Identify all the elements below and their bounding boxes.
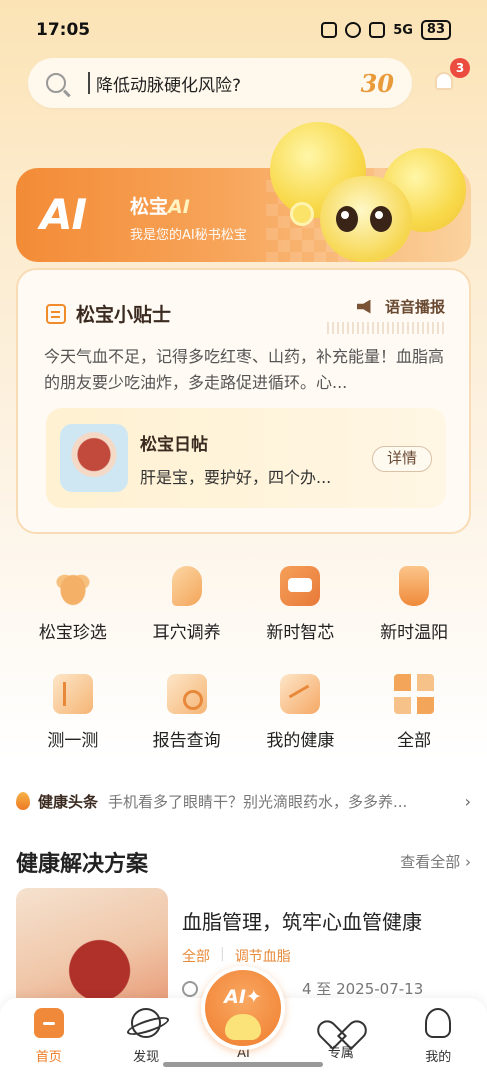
- tips-title: 松宝小贴士: [76, 304, 172, 326]
- ai-title-highlight: AI: [168, 196, 190, 218]
- anniversary-30-logo: 30: [360, 68, 394, 98]
- signal-label: 5G: [393, 22, 413, 38]
- heart-icon: [327, 1008, 355, 1034]
- tab-discover[interactable]: 发现: [97, 998, 194, 1080]
- feature-label: 全部: [397, 731, 432, 751]
- vibrate-icon: [369, 22, 386, 38]
- mascot-illustration: [270, 118, 470, 268]
- feature-label: 耳穴调养: [152, 623, 221, 643]
- headline-label: 健康头条: [38, 792, 99, 811]
- tips-text: 今天气血不足，记得多吃红枣、山药，补充能量！血脂高的朋友要少吃油炸，多走路促进循…: [44, 347, 445, 392]
- calendar-icon: [46, 303, 66, 324]
- feature-label: 新时温阳: [380, 623, 449, 643]
- daily-post-card[interactable]: 松宝日帖 肝是宝，要护好，四个办... 详情: [46, 408, 446, 508]
- tab-special[interactable]: 专属: [292, 998, 389, 1080]
- date-range: 4 至 2025-07-13: [302, 980, 424, 998]
- status-bar: 17:05 5G 83: [0, 0, 487, 60]
- heart-illustration: [16, 888, 168, 998]
- headline-text: 手机看多了眼睛干？别光滴眼药水，多多养...: [108, 792, 408, 811]
- feature-test[interactable]: 测一测: [16, 668, 130, 776]
- search-bar[interactable]: 降低动脉硬化风险? 30: [28, 58, 412, 108]
- speaker-icon: [356, 299, 371, 314]
- feature-smart-chip[interactable]: 新时智芯: [244, 560, 358, 668]
- voice-broadcast-button[interactable]: 语音播报: [356, 296, 445, 317]
- feature-grid: 松宝珍选 耳穴调养 新时智芯 新时温阳 测一测 报告查询 我的健康 全部: [16, 560, 471, 776]
- battery-icon: 83: [420, 20, 451, 40]
- bell-shape: [435, 72, 453, 90]
- tab-label: 首页: [35, 1050, 62, 1065]
- text-caret: [88, 72, 90, 94]
- wheat-icon: [52, 566, 93, 606]
- tips-header: 松宝小贴士: [46, 300, 171, 327]
- feature-report-query[interactable]: 报告查询: [130, 668, 244, 776]
- liver-illustration: [60, 424, 128, 492]
- tips-card: 松宝小贴士 语音播报 今天气血不足，记得多吃红枣、山药，补充能量！血脂高的朋友要…: [16, 268, 471, 534]
- nfc-icon: [321, 22, 338, 38]
- home-indicator[interactable]: [163, 1062, 323, 1067]
- warm-device-icon: [399, 566, 430, 606]
- daily-post-desc: 肝是宝，要护好，四个办...: [140, 468, 332, 487]
- flame-icon: [16, 792, 30, 810]
- feature-label: 我的健康: [266, 731, 335, 751]
- feature-row: 测一测 报告查询 我的健康 全部: [16, 668, 471, 776]
- feature-ear-therapy[interactable]: 耳穴调养: [130, 560, 244, 668]
- solution-title: 血脂管理，筑牢心血管健康: [182, 910, 422, 934]
- health-chart-icon: [280, 674, 321, 714]
- planet-icon: [131, 1008, 162, 1038]
- view-all-link[interactable]: 查看全部 ›: [400, 851, 471, 872]
- ai-banner-subtitle: 我是您的AI秘书松宝: [130, 228, 247, 243]
- mascot-eye-left: [336, 206, 358, 232]
- mascot-flower: [290, 202, 314, 226]
- report-search-icon: [166, 674, 207, 714]
- ai-logo: AI: [40, 190, 87, 239]
- solution-tags: 全部 | 调节血脂: [182, 946, 291, 966]
- notification-count-badge: 3: [450, 58, 470, 78]
- user-icon: [425, 1008, 452, 1038]
- mascot-eye-right: [370, 206, 392, 232]
- mascot-head: [320, 176, 412, 262]
- status-icons: 5G 83: [321, 20, 451, 40]
- tab-mine[interactable]: 我的: [390, 998, 487, 1080]
- notification-bell-icon[interactable]: 3: [430, 58, 470, 96]
- tab-label: 发现: [133, 1050, 160, 1065]
- tab-home[interactable]: 首页: [0, 998, 97, 1080]
- alarm-icon: [345, 22, 362, 38]
- feature-row: 松宝珍选 耳穴调养 新时智芯 新时温阳: [16, 560, 471, 668]
- tab-label: 我的: [425, 1050, 452, 1065]
- tag-all[interactable]: 全部: [182, 946, 210, 966]
- feature-label: 松宝珍选: [38, 623, 107, 643]
- feature-warm-yang[interactable]: 新时温阳: [357, 560, 471, 668]
- daily-post-title: 松宝日帖: [140, 435, 208, 455]
- clock-icon: [182, 980, 198, 997]
- section-title: 健康解决方案: [16, 852, 149, 877]
- search-icon: [46, 73, 66, 93]
- ear-icon: [171, 566, 202, 606]
- grid-all-icon: [394, 674, 435, 714]
- ai-floating-button[interactable]: AI✦: [201, 966, 285, 1050]
- feature-label: 报告查询: [152, 731, 221, 751]
- audio-wave-decoration: [327, 322, 447, 334]
- chip-icon: [280, 566, 321, 606]
- ai-banner-title: 松宝AI: [130, 192, 190, 219]
- ai-title-prefix: 松宝: [130, 196, 169, 218]
- mascot-mini-icon: [225, 1014, 261, 1040]
- health-headline[interactable]: 健康头条 手机看多了眼睛干？别光滴眼药水，多多养... ›: [16, 790, 471, 812]
- search-input[interactable]: 降低动脉硬化风险?: [96, 71, 361, 96]
- tag-regulate-lipid[interactable]: 调节血脂: [235, 946, 291, 966]
- feature-songbao-select[interactable]: 松宝珍选: [16, 560, 130, 668]
- voice-broadcast-label: 语音播报: [384, 298, 445, 316]
- chevron-right-icon: ›: [464, 791, 471, 811]
- tag-separator: |: [220, 946, 225, 962]
- ai-fab-label: AI✦: [224, 986, 262, 1008]
- feature-my-health[interactable]: 我的健康: [244, 668, 358, 776]
- feature-label: 测一测: [47, 731, 99, 751]
- feature-all[interactable]: 全部: [357, 668, 471, 776]
- status-time: 17:05: [36, 20, 91, 40]
- test-icon: [52, 674, 93, 714]
- detail-button[interactable]: 详情: [372, 446, 432, 472]
- feature-label: 新时智芯: [266, 623, 335, 643]
- home-icon: [33, 1008, 64, 1038]
